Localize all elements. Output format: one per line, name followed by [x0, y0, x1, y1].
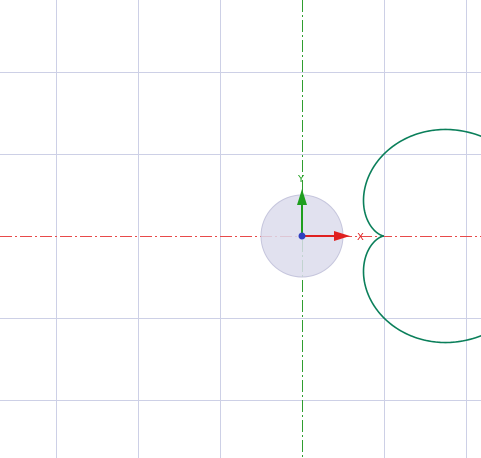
x-axis-label: X — [357, 232, 364, 243]
cad-viewport[interactable]: X Y — [0, 0, 481, 458]
grid — [0, 0, 481, 458]
origin-point[interactable] — [298, 232, 306, 240]
y-axis-label: Y — [297, 174, 305, 185]
